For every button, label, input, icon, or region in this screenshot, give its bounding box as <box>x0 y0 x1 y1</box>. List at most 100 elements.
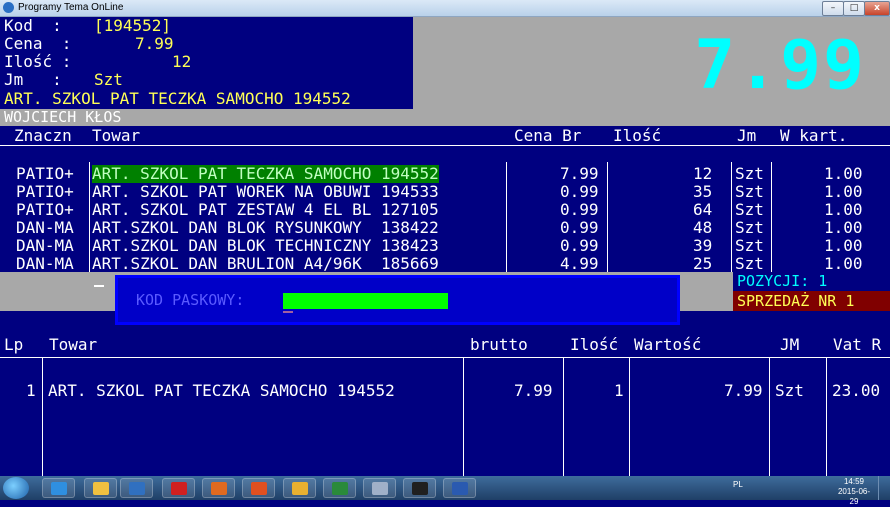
row-vat: 23.00 <box>832 381 881 400</box>
big-price: 7.99 <box>694 26 866 105</box>
col-vat: Vat R <box>833 335 882 354</box>
row-ilosc: 39 <box>693 236 713 255</box>
cena-label: Cena : <box>4 34 72 53</box>
row-znaczn: PATIO+ <box>16 200 74 219</box>
row-w-kart: 1.00 <box>824 182 863 201</box>
column-divider <box>42 358 43 476</box>
taskbar-item[interactable] <box>84 478 117 498</box>
row-znaczn: PATIO+ <box>16 182 74 201</box>
col-jm: JM <box>780 335 800 354</box>
item-info-panel: Kod : [194552] Cena : 7.99 Ilość : 12 Jm… <box>0 17 413 109</box>
column-divider <box>89 162 90 272</box>
excel-icon <box>332 482 348 495</box>
taskbar-item[interactable] <box>162 478 195 498</box>
folder-icon <box>292 482 308 495</box>
barcode-dialog: KOD PASKOWY: <box>115 275 680 325</box>
kod-value: [194552] <box>94 17 172 35</box>
row-towar: ART.SZKOL DAN BLOK TECHNICZNY 138423 <box>92 236 439 255</box>
col-towar: Towar <box>92 126 141 145</box>
taskbar-item[interactable] <box>443 478 476 498</box>
row-ilosc: 1 <box>614 381 624 400</box>
taskbar-item[interactable] <box>120 478 153 498</box>
explorer-icon <box>93 482 109 495</box>
clock-time: 14:59 <box>843 477 865 486</box>
barcode-label: KOD PASKOWY: <box>136 291 245 309</box>
col-wartosc: Wartość <box>634 335 702 354</box>
taskbar-item[interactable] <box>42 478 75 498</box>
column-divider <box>563 358 564 476</box>
row-ilosc: 12 <box>693 164 713 183</box>
row-cena: 0.99 <box>560 218 599 237</box>
pozycji-counter: POZYCJI: 1 <box>733 272 890 291</box>
col-cena-br: Cena Br <box>514 126 582 145</box>
close-button[interactable]: x <box>864 1 890 16</box>
user-name: WOJCIECH KŁOS <box>4 108 122 126</box>
language-indicator[interactable]: PL <box>733 480 743 489</box>
taskbar: PL 14:59 2015-06-29 <box>0 476 890 506</box>
row-ilosc: 35 <box>693 182 713 201</box>
row-w-kart: 1.00 <box>824 254 863 273</box>
row-ilosc: 64 <box>693 200 713 219</box>
row-znaczn: DAN-MA <box>16 254 74 273</box>
row-wartosc: 7.99 <box>724 381 763 400</box>
clock-date: 2015-06-29 <box>837 487 871 506</box>
word-icon <box>452 482 468 495</box>
row-brutto: 7.99 <box>514 381 553 400</box>
app-icon <box>3 2 14 13</box>
barcode-input[interactable] <box>283 293 448 309</box>
col-lp: Lp <box>4 335 24 354</box>
taskbar-item[interactable] <box>323 478 356 498</box>
taskbar-item[interactable] <box>202 478 235 498</box>
tool-icon <box>372 482 388 495</box>
row-towar: ART.SZKOL DAN BLOK RYSUNKOWY 138422 <box>92 218 439 237</box>
row-towar: ART. SZKOL PAT TECZKA SAMOCHO 194552 <box>48 381 395 400</box>
taskbar-item[interactable] <box>363 478 396 498</box>
taskbar-item[interactable] <box>283 478 316 498</box>
column-divider <box>769 358 770 476</box>
taskbar-item[interactable] <box>403 478 436 498</box>
product-name: ART. SZKOL PAT TECZKA SAMOCHO 194552 <box>4 89 351 108</box>
row-w-kart: 1.00 <box>824 200 863 219</box>
clock[interactable]: 14:59 2015-06-29 <box>835 477 873 507</box>
minimize-button[interactable]: – <box>822 1 844 16</box>
column-divider <box>629 358 630 476</box>
row-znaczn: DAN-MA <box>16 236 74 255</box>
col-towar: Towar <box>49 335 98 354</box>
row-jm: Szt <box>735 254 764 273</box>
jm-label: Jm : <box>4 70 62 89</box>
row-cena: 0.99 <box>560 200 599 219</box>
show-desktop-button[interactable] <box>878 476 890 500</box>
cena-value: 7.99 <box>135 34 174 53</box>
row-w-kart: 1.00 <box>824 236 863 255</box>
row-towar: ART.SZKOL DAN BRULION A4/96K 185669 <box>92 254 439 273</box>
sale-number: SPRZEDAŻ NR 1 <box>733 291 890 311</box>
column-divider <box>826 358 827 476</box>
taskbar-item[interactable] <box>242 478 275 498</box>
app-orange-icon <box>251 482 267 495</box>
media-icon <box>129 482 145 495</box>
row-cena: 7.99 <box>560 164 599 183</box>
row-znaczn: DAN-MA <box>16 218 74 237</box>
start-button[interactable] <box>3 477 29 499</box>
row-ilosc: 48 <box>693 218 713 237</box>
column-divider <box>463 358 464 476</box>
product-table: PATIO+ ART. SZKOL PAT TECZKA SAMOCHO 194… <box>0 146 890 273</box>
row-cena: 0.99 <box>560 236 599 255</box>
row-w-kart: 1.00 <box>824 164 863 183</box>
row-jm: Szt <box>735 200 764 219</box>
kod-label: Kod : <box>4 17 62 35</box>
column-divider <box>731 162 732 272</box>
text-cursor <box>94 285 104 287</box>
row-w-kart: 1.00 <box>824 218 863 237</box>
col-ilosc: Ilość <box>613 126 662 145</box>
col-znaczn: Znaczn <box>14 126 72 145</box>
col-brutto: brutto <box>470 335 528 354</box>
input-cursor <box>283 311 293 313</box>
firefox-icon <box>211 482 227 495</box>
column-divider <box>506 162 507 272</box>
row-cena: 4.99 <box>560 254 599 273</box>
row-jm: Szt <box>735 236 764 255</box>
row-cena: 0.99 <box>560 182 599 201</box>
window-title: Programy Tema OnLine <box>18 2 124 13</box>
maximize-button[interactable]: □ <box>843 1 865 16</box>
